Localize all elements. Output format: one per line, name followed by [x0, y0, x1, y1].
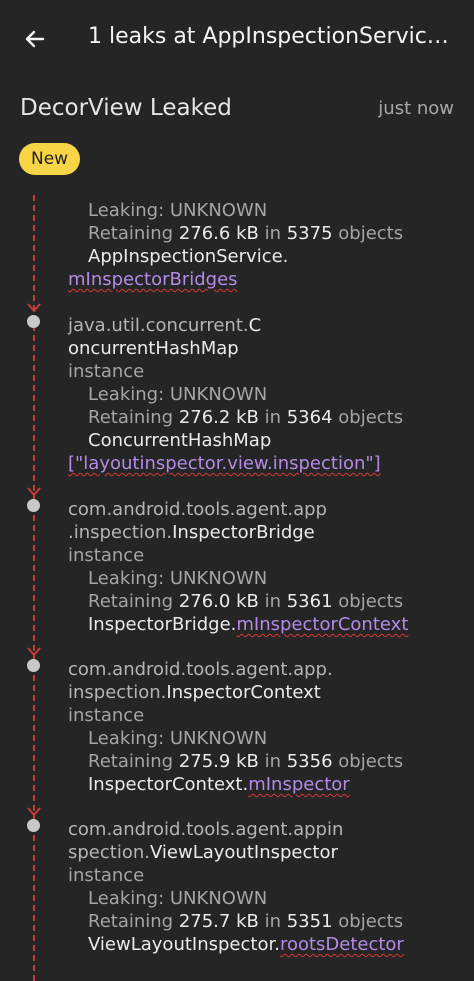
leaking-status: Leaking: UNKNOWN — [88, 728, 268, 749]
retained-size: Retaining 275.7 kB in 5351 objects — [88, 911, 404, 932]
arrow-left-icon — [25, 30, 45, 48]
node-dot — [27, 819, 40, 832]
leaking-status: Leaking: UNKNOWN — [88, 200, 268, 221]
reference: InspectorContext.mInspector — [88, 774, 350, 795]
reference-field: ["layoutinspector.view.inspection"] — [68, 453, 381, 474]
node-dot — [27, 499, 40, 512]
node-class: oncurrentHashMap — [68, 338, 239, 359]
timestamp: just now — [378, 98, 454, 119]
node-class: .inspection.InspectorBridge — [68, 522, 315, 543]
page-title: 1 leaks at AppInspectionServic… — [88, 24, 449, 49]
leaking-status: Leaking: UNKNOWN — [88, 888, 268, 909]
leaking-status: Leaking: UNKNOWN — [88, 568, 268, 589]
arrow-down-icon — [27, 647, 41, 657]
retained-size: Retaining 275.9 kB in 5356 objects — [88, 751, 404, 772]
retained-size: Retaining 276.2 kB in 5364 objects — [88, 407, 404, 428]
node-kind: instance — [68, 361, 145, 382]
retained-size: Retaining 276.0 kB in 5361 objects — [88, 591, 404, 612]
node-dot — [27, 315, 40, 328]
leaking-status: Leaking: UNKNOWN — [88, 384, 268, 405]
node-kind: instance — [68, 705, 145, 726]
node-class: com.android.tools.agent.app — [68, 499, 327, 520]
arrow-down-icon — [27, 807, 41, 817]
arrow-down-icon — [27, 487, 41, 497]
leak-title: DecorView Leaked — [20, 95, 232, 121]
node-kind: instance — [68, 545, 145, 566]
node-class: com.android.tools.agent.appin — [68, 819, 344, 840]
arrow-down-icon — [27, 303, 41, 313]
trace-node[interactable]: com.android.tools.agent.appin spection.V… — [68, 818, 468, 956]
retained-size: Retaining 276.6 kB in 5375 objects — [88, 223, 404, 244]
node-class: inspection.InspectorContext — [68, 682, 321, 703]
trace-node[interactable]: com.android.tools.agent.app. inspection.… — [68, 658, 468, 796]
reference-owner: ConcurrentHashMap — [88, 430, 272, 451]
status-badge: New — [19, 143, 81, 175]
leak-trace: Leaking: UNKNOWN Retaining 276.6 kB in 5… — [0, 195, 474, 981]
node-dot — [27, 659, 40, 672]
node-class: com.android.tools.agent.app. — [68, 659, 333, 680]
reference-field: mInspectorBridges — [68, 269, 238, 290]
node-class: java.util.concurrent.C — [68, 315, 262, 336]
leak-header: DecorView Leaked just now — [0, 78, 474, 142]
node-kind: instance — [68, 865, 145, 886]
trace-node[interactable]: Leaking: UNKNOWN Retaining 276.6 kB in 5… — [68, 199, 468, 291]
back-button[interactable] — [14, 18, 56, 60]
node-class: spection.ViewLayoutInspector — [68, 842, 338, 863]
reference: ViewLayoutInspector.rootsDetector — [88, 934, 404, 955]
reference-owner: AppInspectionService. — [88, 246, 289, 267]
reference: InspectorBridge.mInspectorContext — [88, 614, 409, 635]
trace-node[interactable]: com.android.tools.agent.app .inspection.… — [68, 498, 468, 636]
app-bar: 1 leaks at AppInspectionServic… — [0, 0, 474, 78]
trace-node[interactable]: java.util.concurrent.C oncurrentHashMap … — [68, 314, 468, 475]
